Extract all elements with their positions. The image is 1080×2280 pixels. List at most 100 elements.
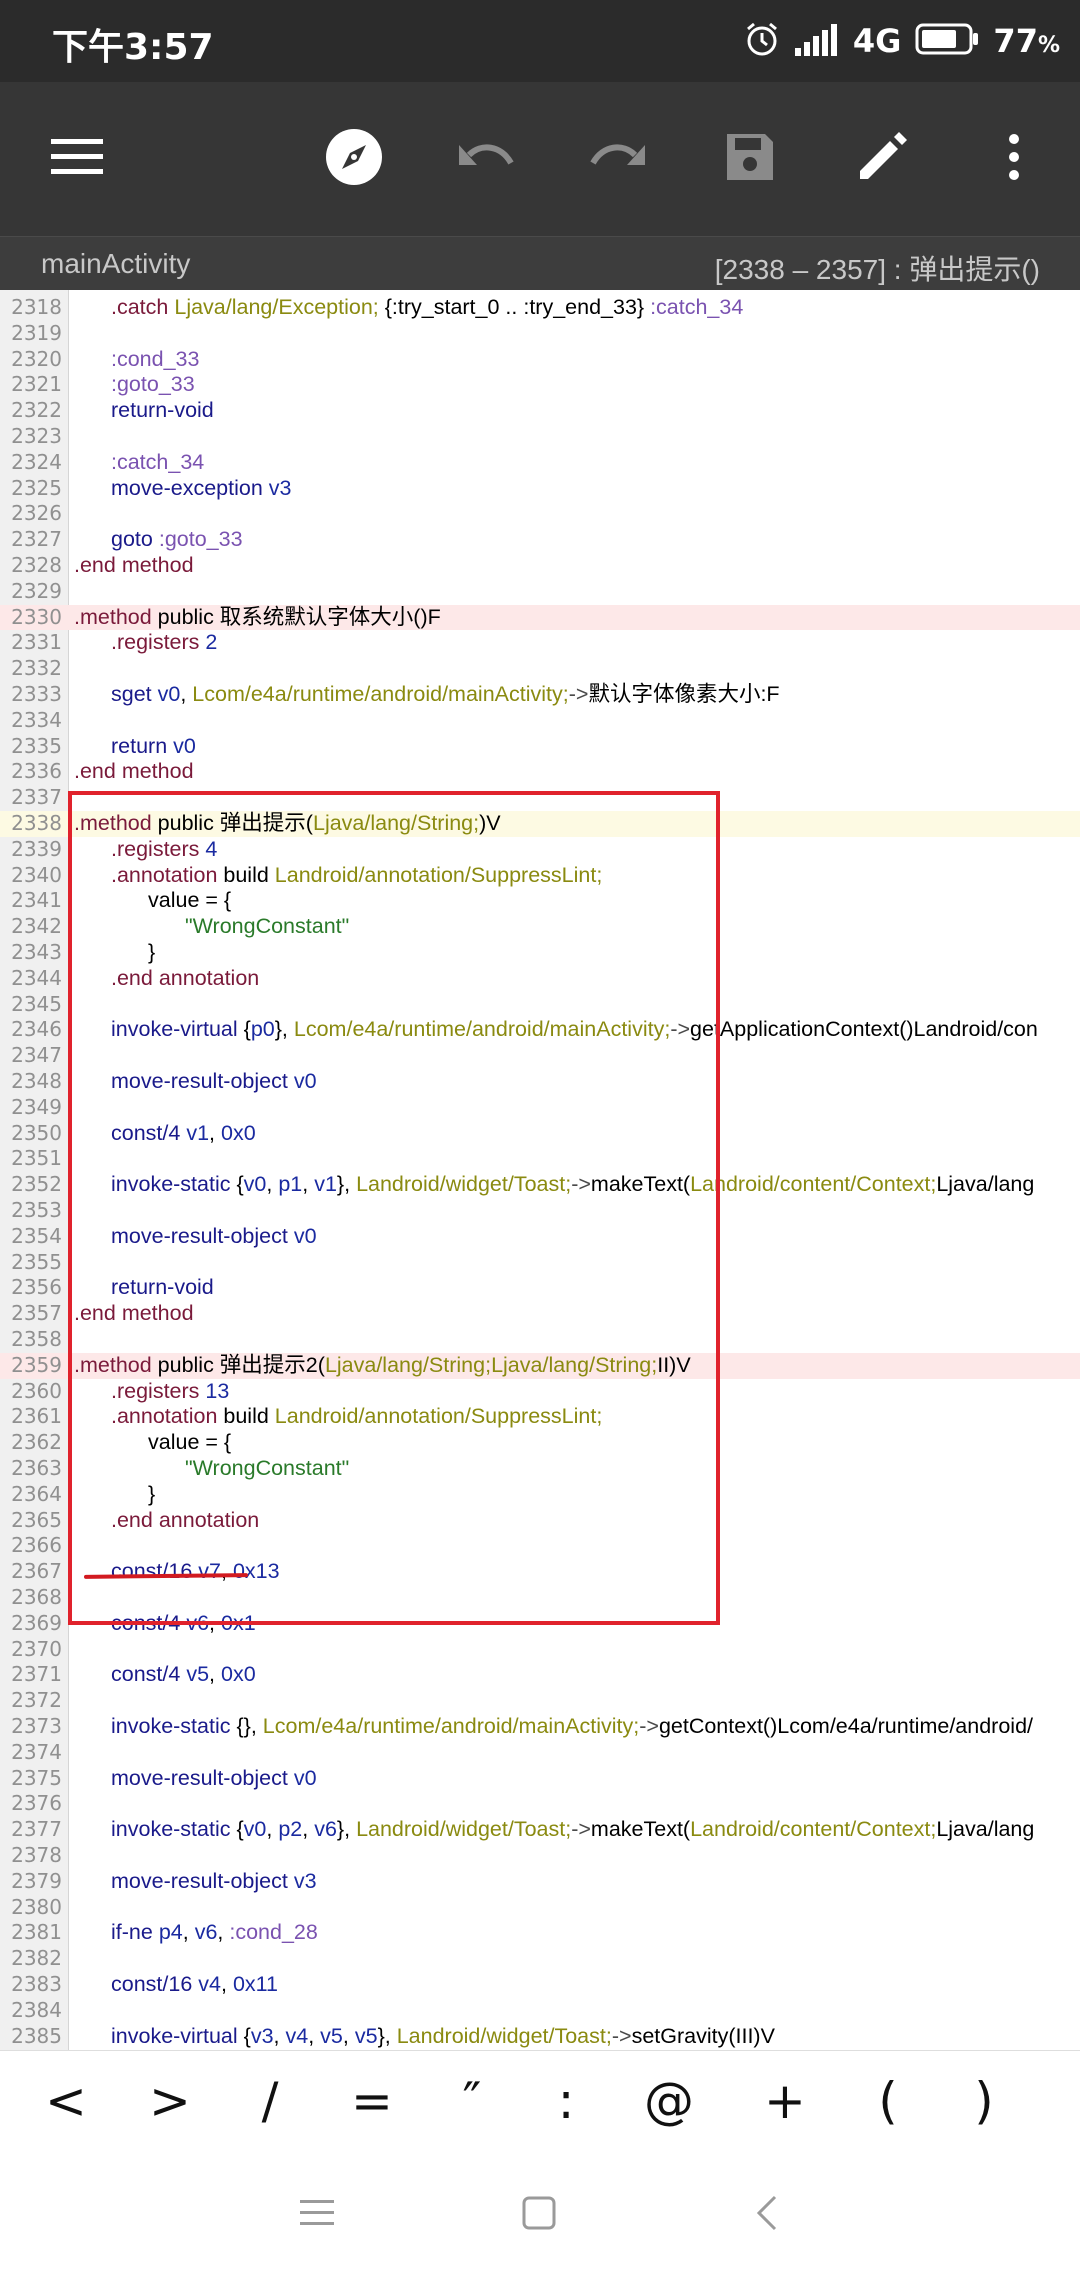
symbol-key-quote[interactable]: ″ xyxy=(432,2061,512,2141)
code-line[interactable]: 2378 xyxy=(0,1843,1080,1869)
edit-button[interactable] xyxy=(844,121,920,197)
code-line[interactable]: 2382 xyxy=(0,1946,1080,1972)
line-number: 2367 xyxy=(11,1559,62,1584)
code-line[interactable]: 2321:goto_33 xyxy=(0,372,1080,398)
symbol-key-open-paren[interactable]: ( xyxy=(848,2061,928,2141)
more-options-button[interactable] xyxy=(976,121,1052,197)
code-line[interactable]: 2385 invoke-virtual {v3, v4, v5, v5}, Lan… xyxy=(0,2024,1080,2050)
home-button[interactable] xyxy=(504,2180,574,2250)
line-number: 2345 xyxy=(11,991,62,1016)
code-line[interactable]: 2337 xyxy=(0,785,1080,811)
code-line[interactable]: 2368 xyxy=(0,1585,1080,1611)
code-line[interactable]: 2347 xyxy=(0,1043,1080,1069)
code-line[interactable]: 2353 xyxy=(0,1198,1080,1224)
line-number: 2356 xyxy=(11,1275,62,1300)
code-line[interactable]: 2345 xyxy=(0,992,1080,1018)
code-line[interactable]: 2364} xyxy=(0,1482,1080,1508)
code-line[interactable]: 2357 .end method xyxy=(0,1301,1080,1327)
code-line[interactable]: 2333 sget v0, Lcom/e4a/runtime/android/ma… xyxy=(0,682,1080,708)
code-line[interactable]: 2354 move-result-object v0 xyxy=(0,1224,1080,1250)
code-line[interactable]: 2344 .end annotation xyxy=(0,966,1080,992)
symbol-key-less-than[interactable]: < xyxy=(26,2061,106,2141)
line-number: 2370 xyxy=(11,1636,62,1661)
code-line[interactable]: 2351 xyxy=(0,1146,1080,1172)
symbol-key-at[interactable]: @ xyxy=(629,2061,709,2141)
back-button[interactable] xyxy=(732,2180,802,2250)
code-line[interactable]: 2335 return v0 xyxy=(0,734,1080,760)
code-line[interactable]: 2365 .end annotation xyxy=(0,1508,1080,1534)
code-line[interactable]: 2367 const/16 v7, 0x13 xyxy=(0,1559,1080,1585)
code-line[interactable]: 2360 .registers 13 xyxy=(0,1379,1080,1405)
redo-button[interactable] xyxy=(580,121,656,197)
code-line[interactable]: 2379 move-result-object v3 xyxy=(0,1869,1080,1895)
code-line[interactable]: 2346 invoke-virtual {p0}, Lcom/e4a/runtim… xyxy=(0,1017,1080,1043)
code-line[interactable]: 2320:cond_33 xyxy=(0,347,1080,373)
line-number: 2343 xyxy=(11,940,62,964)
code-editor[interactable]: 2318 .catch Ljava/lang/Exception; {:try_s… xyxy=(0,290,1080,2050)
navigate-button[interactable] xyxy=(316,121,392,197)
code-line[interactable]: 2326 xyxy=(0,501,1080,527)
code-line[interactable]: 2324:catch_34 xyxy=(0,450,1080,476)
symbol-key-close-paren[interactable]: ) xyxy=(944,2061,1024,2141)
symbol-key-slash[interactable]: / xyxy=(230,2061,310,2141)
code-line[interactable]: 2332 xyxy=(0,656,1080,682)
code-line[interactable]: 2371 const/4 v5, 0x0 xyxy=(0,1662,1080,1688)
code-line[interactable]: 2377 invoke-static {v0, p2, v6}, Landroid… xyxy=(0,1817,1080,1843)
code-line[interactable]: 2369 const/4 v6, 0x1 xyxy=(0,1611,1080,1637)
code-line[interactable]: 2359 .method public 弹出提示2(Ljava/lang/Stri… xyxy=(0,1352,1080,1379)
undo-button[interactable] xyxy=(448,121,524,197)
code-line[interactable]: 2355 xyxy=(0,1250,1080,1276)
code-line[interactable]: 2348 move-result-object v0 xyxy=(0,1069,1080,1095)
code-line[interactable]: 2334 xyxy=(0,708,1080,734)
code-line[interactable]: 2358 xyxy=(0,1327,1080,1353)
code-line[interactable]: 2343} xyxy=(0,940,1080,966)
code-line[interactable]: 2342 "WrongConstant" xyxy=(0,914,1080,940)
code-line[interactable]: 2361 .annotation build Landroid/annotatio… xyxy=(0,1404,1080,1430)
line-number: 2350 xyxy=(11,1120,62,1145)
code-line[interactable]: 2330 .method public 取系统默认字体大小()F xyxy=(0,604,1080,631)
method-range[interactable]: [2338 – 2357] : 弹出提示() xyxy=(715,248,1040,288)
code-line[interactable]: 2322 return-void xyxy=(0,398,1080,424)
symbol-key-equals[interactable]: = xyxy=(332,2061,412,2141)
code-line[interactable]: 2374 xyxy=(0,1740,1080,1766)
code-line[interactable]: 2370 xyxy=(0,1637,1080,1663)
save-button[interactable] xyxy=(712,121,788,197)
symbol-key-greater-than[interactable]: > xyxy=(130,2061,210,2141)
code-line[interactable]: 2323 xyxy=(0,424,1080,450)
code-line[interactable]: 2380 xyxy=(0,1895,1080,1921)
code-line[interactable]: 2381 if-ne p4, v6, :cond_28 xyxy=(0,1920,1080,1946)
code-line[interactable]: 2328 .end method xyxy=(0,553,1080,579)
code-line[interactable]: 2319 xyxy=(0,321,1080,347)
menu-button[interactable] xyxy=(39,121,115,197)
code-line[interactable]: 2338 .method public 弹出提示(Ljava/lang/Strin… xyxy=(0,811,1080,837)
code-line[interactable]: 2327 goto :goto_33 xyxy=(0,527,1080,553)
code-line[interactable]: 2383 const/16 v4, 0x11 xyxy=(0,1972,1080,1998)
symbol-key-plus[interactable]: + xyxy=(745,2061,825,2141)
code-line[interactable]: 2366 xyxy=(0,1533,1080,1559)
line-code: } xyxy=(148,940,156,964)
line-number: 2325 xyxy=(11,475,62,500)
code-line[interactable]: 2372 xyxy=(0,1688,1080,1714)
code-line[interactable]: 2339 .registers 4 xyxy=(0,837,1080,863)
code-line[interactable]: 2352 invoke-static {v0, p1, v1}, Landroid… xyxy=(0,1172,1080,1198)
recents-button[interactable] xyxy=(282,2180,352,2250)
code-line[interactable]: 2350 const/4 v1, 0x0 xyxy=(0,1121,1080,1147)
code-line[interactable]: 2336 .end method xyxy=(0,759,1080,785)
line-number: 2322 xyxy=(11,398,62,423)
code-line[interactable]: 2356 return-void xyxy=(0,1275,1080,1301)
line-code: const/4 v6, 0x1 xyxy=(111,1610,256,1635)
code-line[interactable]: 2375 move-result-object v0 xyxy=(0,1766,1080,1792)
code-line[interactable]: 2384 xyxy=(0,1998,1080,2024)
code-line[interactable]: 2340 .annotation build Landroid/annotatio… xyxy=(0,863,1080,889)
code-line[interactable]: 2318 .catch Ljava/lang/Exception; {:try_s… xyxy=(0,295,1080,321)
code-line[interactable]: 2376 xyxy=(0,1791,1080,1817)
code-line[interactable]: 2341 value = { xyxy=(0,888,1080,914)
code-line[interactable]: 2331 .registers 2 xyxy=(0,630,1080,656)
code-line[interactable]: 2325 move-exception v3 xyxy=(0,476,1080,502)
code-line[interactable]: 2363 "WrongConstant" xyxy=(0,1456,1080,1482)
code-line[interactable]: 2362 value = { xyxy=(0,1430,1080,1456)
code-line[interactable]: 2373 invoke-static {}, Lcom/e4a/runtime/a… xyxy=(0,1714,1080,1740)
code-line[interactable]: 2349 xyxy=(0,1095,1080,1121)
symbol-key-colon[interactable]: : xyxy=(526,2061,606,2141)
code-line[interactable]: 2329 xyxy=(0,579,1080,605)
